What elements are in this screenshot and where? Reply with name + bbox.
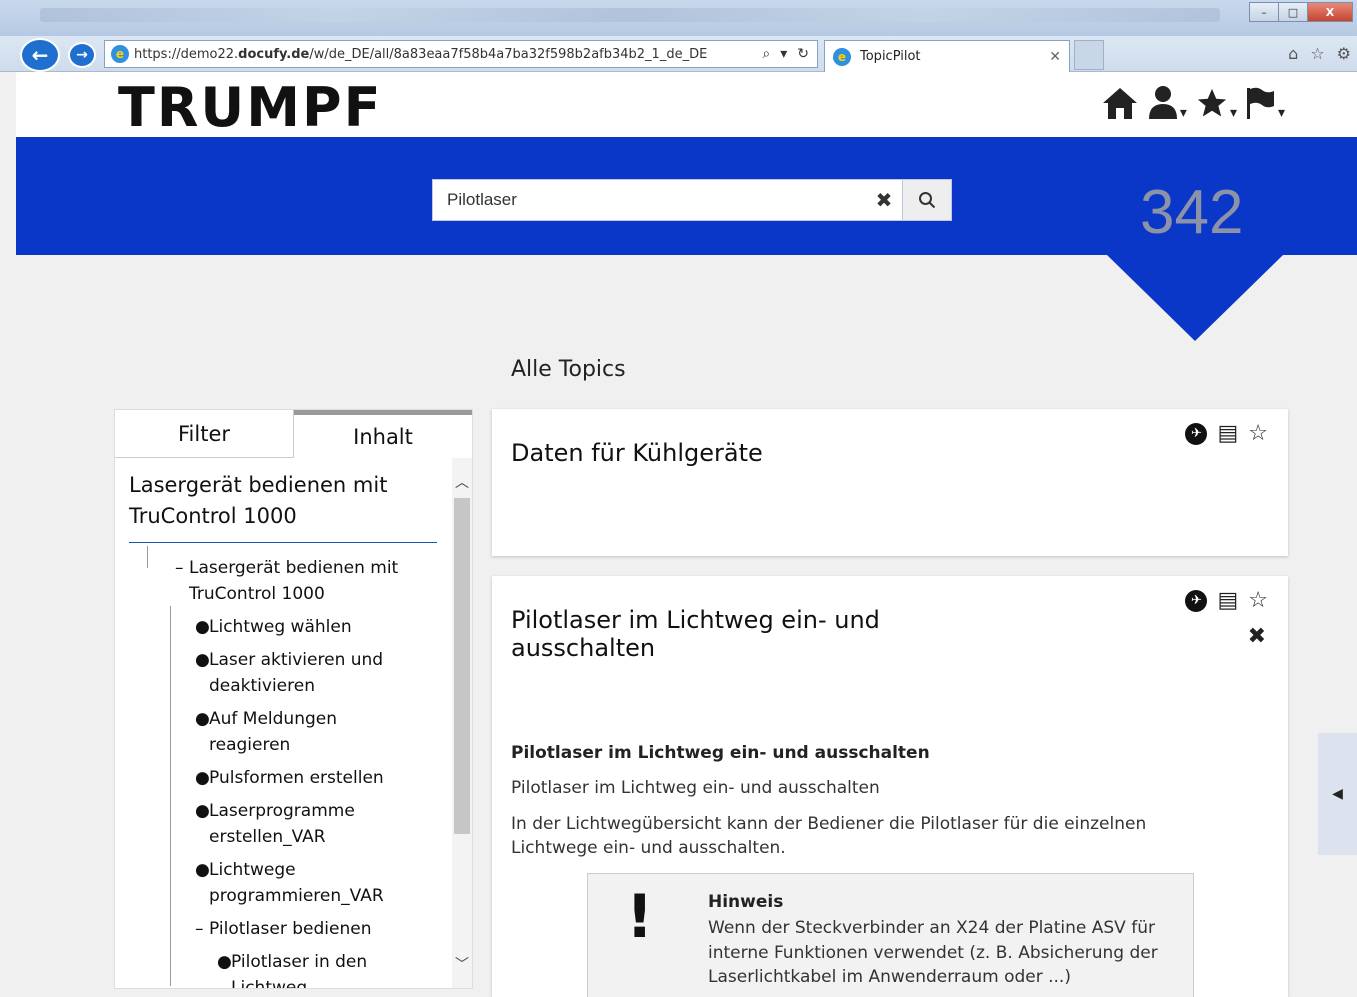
dropdown-icon[interactable]: ▾	[780, 46, 787, 62]
result-card-expanded[interactable]: Pilotlaser im Lichtweg ein- und ausschal…	[492, 576, 1288, 997]
star-outline-icon[interactable]: ☆	[1248, 588, 1268, 613]
tab-filter[interactable]: Filter	[115, 410, 294, 458]
browser-titlebar: – □ X	[0, 0, 1357, 36]
exclamation-icon: !	[626, 882, 654, 952]
home-icon[interactable]: ⌂	[1288, 44, 1298, 63]
browser-tab[interactable]: e TopicPilot ✕	[824, 40, 1070, 72]
section-title: Alle Topics	[511, 357, 626, 382]
address-row: ← → e https://demo22.docufy.de/w/de_DE/a…	[0, 36, 1357, 72]
tree-connector	[170, 606, 171, 986]
tree-connector	[147, 546, 148, 568]
minimize-button[interactable]: –	[1249, 2, 1279, 22]
hint-text: Wenn der Steckverbinder an X24 der Plati…	[708, 918, 1158, 987]
blurred-tabs-strip	[40, 8, 1220, 22]
toc-item[interactable]: ●Lichtweg wählen	[195, 614, 453, 640]
toc-item[interactable]: – Lasergerät bedienen mit TruControl 1000	[175, 555, 453, 607]
search-input[interactable]: Pilotlaser ✖	[432, 179, 904, 221]
close-preview-icon[interactable]: ✖	[1248, 624, 1266, 649]
result-count: 342	[1140, 178, 1244, 247]
toc-item[interactable]: ●Laserprogramme erstellen_VAR	[195, 798, 453, 850]
count-pointer-triangle	[1107, 255, 1283, 341]
url-text: https://demo22.docufy.de/w/de_DE/all/8a8…	[134, 46, 708, 62]
search-icon	[919, 192, 936, 209]
header-icons: ▾ ▾ ▾	[1101, 84, 1285, 120]
new-tab-button[interactable]	[1074, 40, 1104, 70]
hint-box: ! Hinweis Wenn der Steckverbinder an X24…	[587, 873, 1194, 997]
tab-favicon-icon: e	[833, 47, 851, 66]
card-actions: ✈ ▤ ☆	[1185, 588, 1268, 613]
toc-title[interactable]: Lasergerät bedienen mit TruControl 1000	[129, 470, 437, 543]
ie-icon: e	[111, 45, 129, 63]
tab-inhalt[interactable]: Inhalt	[294, 410, 472, 458]
toc-item[interactable]: ●Auf Meldungen reagieren	[195, 706, 453, 758]
toc-item[interactable]: – Pilotlaser bedienen	[195, 916, 453, 942]
search-band: Pilotlaser ✖ 342	[16, 137, 1357, 255]
maximize-button[interactable]: □	[1278, 2, 1308, 22]
search-value: Pilotlaser	[447, 190, 517, 209]
star-outline-icon[interactable]: ☆	[1248, 421, 1268, 446]
left-panel: Filter Inhalt Lasergerät bedienen mit Tr…	[114, 409, 473, 989]
window-controls: – □ X	[1249, 2, 1353, 22]
clear-search-icon[interactable]: ✖	[865, 188, 903, 212]
result-title[interactable]: Pilotlaser im Lichtweg ein- und ausschal…	[511, 606, 971, 662]
trumpf-logo[interactable]: TRUMPF	[118, 76, 382, 139]
document-icon[interactable]: ▤	[1217, 421, 1238, 446]
flag-icon[interactable]: ▾	[1245, 86, 1285, 120]
address-bar[interactable]: e https://demo22.docufy.de/w/de_DE/all/8…	[104, 40, 818, 68]
scroll-up-icon[interactable]: ︿	[455, 472, 469, 492]
forward-button[interactable]: →	[68, 42, 96, 68]
refresh-icon[interactable]: ↻	[797, 46, 809, 62]
toc-item[interactable]: ●Laser aktivieren und deaktivieren	[195, 647, 453, 699]
address-actions: ⌕ ▾ ↻	[754, 46, 817, 62]
panel-tabs: Filter Inhalt	[115, 410, 472, 458]
tab-close-icon[interactable]: ✕	[1049, 49, 1061, 65]
browser-toolbar: ⌂ ☆ ⚙	[1288, 44, 1351, 63]
collapse-side-panel-button[interactable]: ◀	[1318, 733, 1357, 855]
toc-item[interactable]: ●Pulsformen erstellen	[195, 765, 453, 791]
result-card[interactable]: Daten für Kühlgeräte ✈ ▤ ☆	[492, 409, 1288, 556]
result-title[interactable]: Daten für Kühlgeräte	[511, 439, 763, 467]
toc-item[interactable]: ●Lichtwege programmieren_VAR	[195, 857, 453, 909]
tab-title: TopicPilot	[860, 49, 921, 64]
card-actions: ✈ ▤ ☆	[1185, 421, 1268, 446]
user-menu-icon[interactable]: ▾	[1147, 84, 1187, 120]
scroll-down-icon[interactable]: ﹀	[455, 954, 469, 974]
toc-scrollbar[interactable]: ︿ ﹀	[452, 458, 472, 988]
home-icon[interactable]	[1101, 86, 1139, 120]
toc-item[interactable]: ●Pilotlaser in den Lichtweg...	[217, 949, 453, 988]
scroll-thumb[interactable]	[454, 498, 470, 834]
topic-paragraph: In der Lichtwegübersicht kann der Bedien…	[511, 814, 1147, 858]
toc-tree: Lasergerät bedienen mit TruControl 1000 …	[115, 458, 453, 988]
globe-icon[interactable]: ✈	[1185, 589, 1208, 612]
favorites-star-icon[interactable]: ▾	[1195, 86, 1237, 120]
topic-subtitle: Pilotlaser im Lichtweg ein- und ausschal…	[511, 778, 880, 798]
favorites-icon[interactable]: ☆	[1310, 44, 1324, 63]
close-window-button[interactable]: X	[1307, 2, 1353, 22]
search-icon[interactable]: ⌕	[762, 46, 770, 62]
hint-heading: Hinweis	[708, 892, 784, 912]
search-button[interactable]	[902, 179, 952, 221]
globe-icon[interactable]: ✈	[1185, 422, 1208, 445]
back-button[interactable]: ←	[20, 38, 60, 72]
document-icon[interactable]: ▤	[1217, 588, 1238, 613]
site-header: TRUMPF ▾ ▾ ▾	[16, 72, 1357, 139]
topic-heading: Pilotlaser im Lichtweg ein- und ausschal…	[511, 743, 930, 763]
settings-gear-icon[interactable]: ⚙	[1337, 44, 1351, 63]
